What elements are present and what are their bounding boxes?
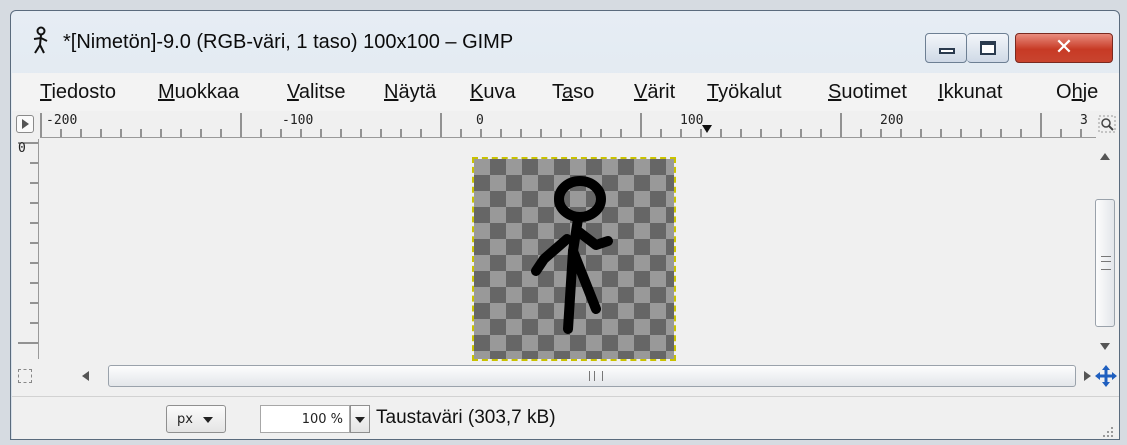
horizontal-ruler[interactable]: -200 -100 0 100 200 3: [40, 111, 1096, 138]
gimp-stickman-icon: [33, 26, 48, 54]
stickman-drawing: [531, 176, 613, 334]
menu-muokkaa[interactable]: Muokkaa: [158, 81, 239, 104]
ruler-label: -200: [46, 113, 78, 128]
unit-value: px: [177, 412, 193, 427]
quick-mask-icon[interactable]: [18, 369, 32, 383]
close-icon: ✕: [1054, 35, 1074, 60]
ruler-label: 0: [18, 141, 26, 156]
ruler-label: 0: [476, 113, 484, 128]
ruler-label: 3: [1080, 113, 1088, 128]
image-canvas[interactable]: [472, 157, 676, 361]
zoom-image-icon[interactable]: [1098, 115, 1116, 133]
maximize-button[interactable]: [967, 33, 1009, 63]
zoom-value: 100 %: [301, 412, 343, 427]
maximize-icon: [980, 41, 996, 55]
resize-grip-icon[interactable]: [1100, 424, 1114, 438]
menu-tyokalut[interactable]: Työkalut: [707, 81, 782, 104]
navigation-menu-icon[interactable]: [16, 115, 34, 133]
menu-nayta[interactable]: Näytä: [384, 81, 436, 104]
ruler-ticks: [18, 142, 38, 344]
gimp-image-window: *[Nimetön]-9.0 (RGB-väri, 1 taso) 100x10…: [10, 10, 1120, 440]
scroll-up-icon[interactable]: [1100, 153, 1110, 160]
status-message: Taustaväri (303,7 kB): [376, 407, 556, 428]
ruler-ticks: [40, 113, 1082, 137]
vertical-scrollbar[interactable]: [1094, 139, 1116, 359]
menu-kuva[interactable]: Kuva: [470, 81, 516, 104]
menu-bar: Tiedosto Muokkaa Valitse Näytä Kuva Taso…: [12, 73, 1119, 112]
canvas-area[interactable]: -200 -100 0 100 200 3 0: [12, 111, 1119, 396]
horizontal-scroll-thumb[interactable]: [108, 365, 1076, 387]
unit-select[interactable]: px: [166, 405, 226, 433]
zoom-input[interactable]: 100 %: [260, 405, 350, 433]
ruler-label: 200: [880, 113, 904, 128]
pointer-marker-icon: [702, 125, 712, 133]
scroll-right-icon[interactable]: [1084, 371, 1091, 381]
vertical-ruler[interactable]: 0: [16, 139, 39, 359]
title-bar[interactable]: *[Nimetön]-9.0 (RGB-väri, 1 taso) 100x10…: [11, 11, 1119, 73]
vertical-scroll-thumb[interactable]: [1095, 199, 1115, 327]
menu-tiedosto[interactable]: Tiedosto: [40, 81, 116, 104]
grip-icon: [589, 371, 603, 381]
ruler-label: 100: [680, 113, 704, 128]
minimize-icon: [939, 48, 955, 54]
scroll-down-icon[interactable]: [1100, 343, 1110, 350]
scroll-left-icon[interactable]: [82, 371, 89, 381]
menu-varit[interactable]: Värit: [634, 81, 675, 104]
status-bar: px 100 % Taustaväri (303,7 kB): [12, 396, 1119, 439]
chevron-down-icon: [203, 417, 213, 423]
menu-ikkunat[interactable]: Ikkunat: [938, 81, 1003, 104]
navigate-move-icon[interactable]: [1094, 364, 1118, 388]
close-button[interactable]: ✕: [1015, 33, 1113, 63]
minimize-button[interactable]: [925, 33, 967, 63]
menu-taso[interactable]: Taso: [552, 81, 594, 104]
grip-icon: [1101, 256, 1111, 270]
chevron-down-icon: [355, 417, 365, 423]
menu-suotimet[interactable]: Suotimet: [828, 81, 907, 104]
menu-ohje[interactable]: Ohje: [1056, 81, 1098, 104]
menu-valitse[interactable]: Valitse: [287, 81, 346, 104]
horizontal-scrollbar[interactable]: [40, 363, 1096, 389]
ruler-label: -100: [282, 113, 314, 128]
zoom-dropdown-button[interactable]: [350, 405, 370, 433]
window-title: *[Nimetön]-9.0 (RGB-väri, 1 taso) 100x10…: [63, 31, 514, 53]
